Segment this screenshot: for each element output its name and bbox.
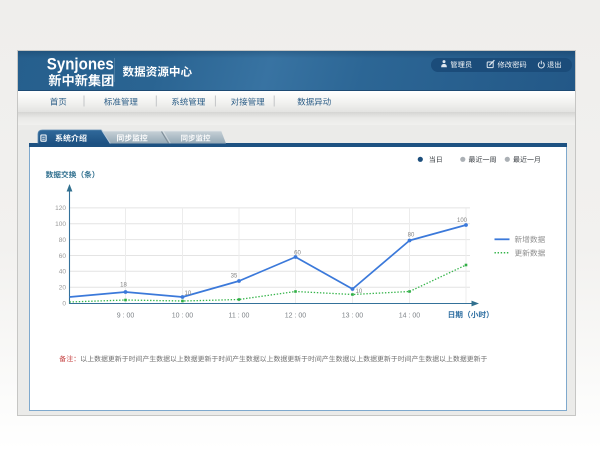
svg-text:60: 60 (294, 251, 301, 257)
svg-text:11 : 00: 11 : 00 (229, 313, 250, 320)
svg-text:Synjones: Synjones (47, 55, 114, 73)
svg-text:13 : 00: 13 : 00 (342, 313, 364, 320)
svg-text:40: 40 (59, 269, 67, 276)
svg-text:18: 18 (120, 283, 127, 289)
svg-text:20: 20 (59, 285, 67, 292)
svg-text:0: 0 (62, 300, 66, 307)
svg-text:10: 10 (185, 291, 192, 297)
svg-text:9 : 00: 9 : 00 (117, 313, 135, 320)
svg-text:14 : 00: 14 : 00 (399, 313, 421, 320)
svg-text:80: 80 (408, 233, 415, 239)
svg-text:12 : 00: 12 : 00 (285, 313, 307, 320)
svg-text:100: 100 (457, 218, 468, 224)
svg-text:60: 60 (59, 253, 67, 260)
svg-text:120: 120 (55, 205, 66, 212)
svg-text:35: 35 (231, 274, 238, 280)
svg-text:10 : 00: 10 : 00 (172, 313, 194, 320)
svg-text:100: 100 (55, 221, 66, 228)
svg-text:10: 10 (356, 289, 363, 295)
svg-text:80: 80 (59, 237, 67, 244)
